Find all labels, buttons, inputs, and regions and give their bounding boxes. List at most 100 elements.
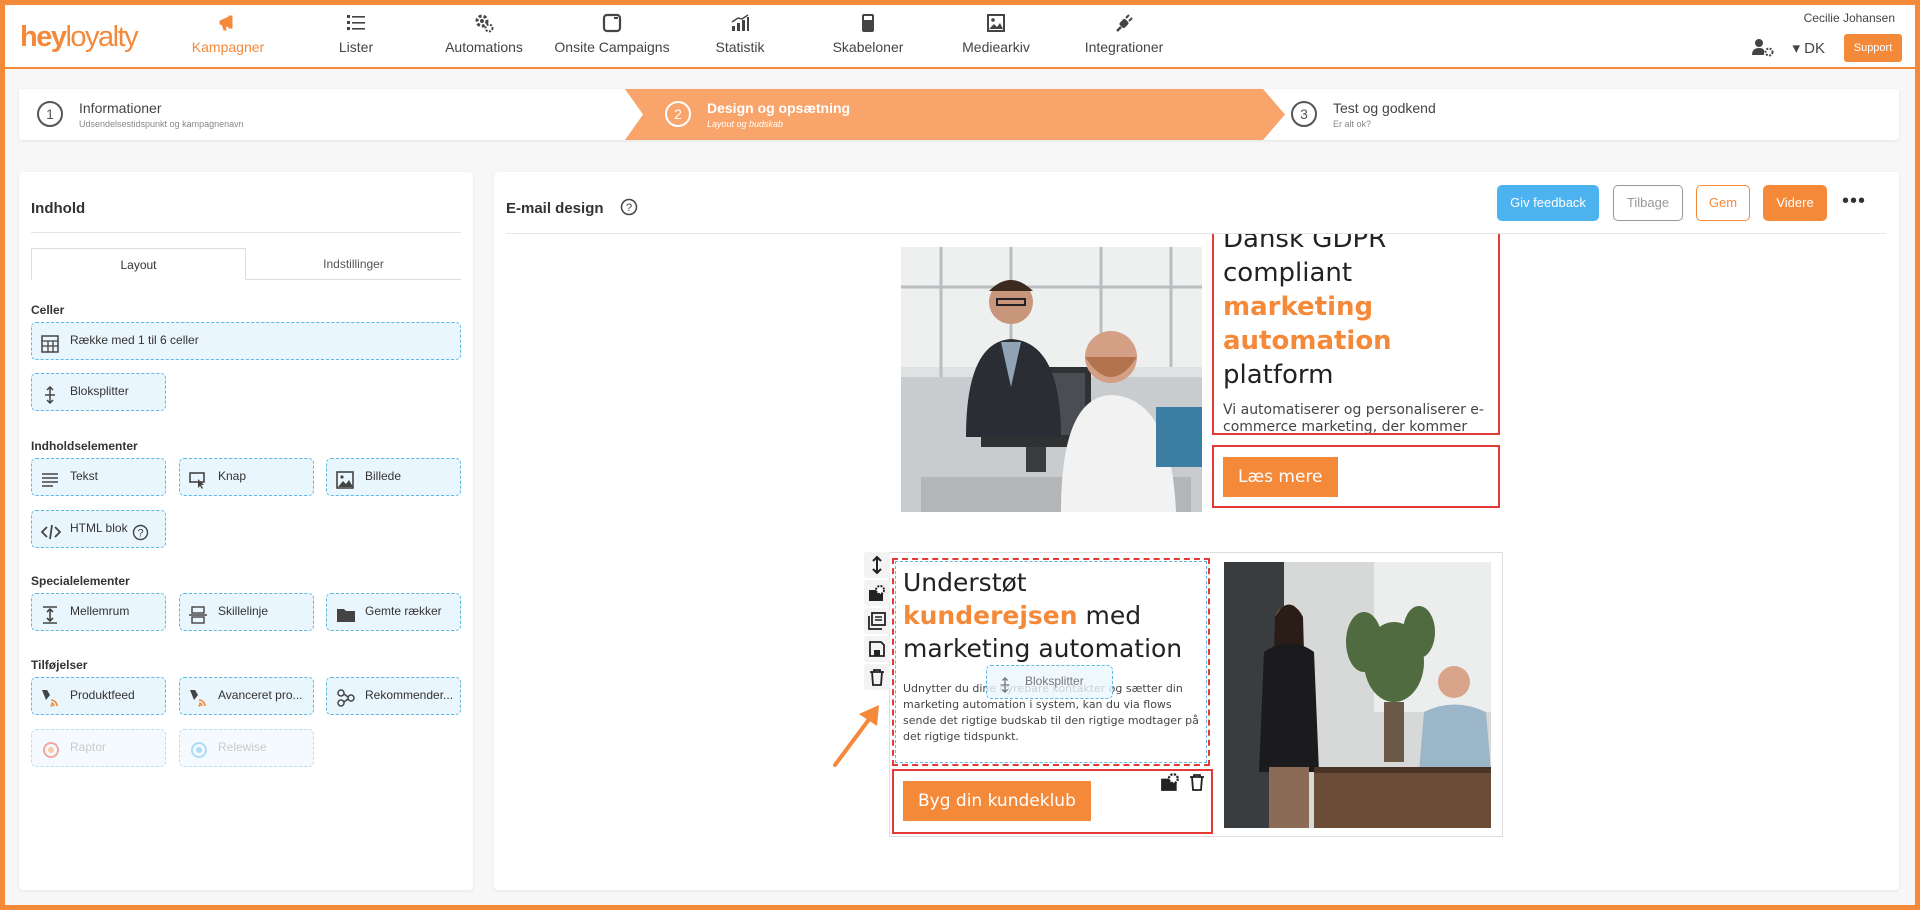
productfeed-icon	[41, 687, 61, 714]
delete-icon[interactable]	[1188, 772, 1206, 797]
megaphone-icon	[163, 13, 293, 39]
divider	[506, 233, 1886, 234]
section-label-indholdselementer: Indholdselementer	[31, 439, 138, 453]
nav-label: Automations	[445, 39, 523, 55]
chip-html-blok[interactable]: HTML blok ?	[31, 510, 166, 548]
chip-row-cells[interactable]: Række med 1 til 6 celler	[31, 322, 461, 360]
chip-label: Relewise	[218, 740, 267, 754]
relewise-icon	[189, 739, 209, 766]
chip-label: Bloksplitter	[70, 384, 129, 398]
delete-icon[interactable]	[864, 664, 890, 690]
block1-heading: Dansk GDPR compliant marketing automatio…	[1223, 234, 1489, 392]
chip-rekommendationer[interactable]: Rekommender...	[326, 677, 461, 715]
image-icon	[931, 13, 1061, 39]
folder-icon	[336, 603, 356, 630]
nav-onsite-campaigns[interactable]: Onsite Campaigns	[547, 13, 677, 55]
logo-bold-text: hey	[20, 21, 67, 53]
block-settings-icon[interactable]	[1160, 772, 1180, 797]
campaign-stepper: 1 Informationer Udsendelsestidspunkt og …	[19, 89, 1899, 140]
byg-kundeklub-button[interactable]: Byg din kundeklub	[903, 781, 1091, 821]
dragging-bloksplitter[interactable]: Bloksplitter	[986, 665, 1113, 699]
nav-skabeloner[interactable]: Skabeloner	[803, 13, 933, 55]
nav-mediearkiv[interactable]: Mediearkiv	[931, 13, 1061, 55]
chip-label: Rekommender...	[365, 688, 454, 702]
chip-gemte-raekker[interactable]: Gemte rækker	[326, 593, 461, 631]
user-settings-icon[interactable]	[1751, 37, 1775, 62]
chip-label: Avanceret pro...	[218, 688, 303, 702]
chip-label: HTML blok	[70, 521, 128, 535]
step-number: 2	[665, 101, 691, 127]
laes-mere-button[interactable]: Læs mere	[1223, 457, 1338, 497]
chip-produktfeed[interactable]: Produktfeed	[31, 677, 166, 715]
heading-highlight: kunderejsen	[903, 601, 1078, 630]
text-lines-icon	[41, 468, 59, 495]
more-options-icon[interactable]: •••	[1842, 190, 1866, 213]
step-title: Informationer	[79, 100, 162, 116]
help-icon[interactable]: ?	[132, 520, 149, 547]
duplicate-icon[interactable]	[864, 608, 890, 634]
heading-highlight: marketing automation	[1223, 292, 1392, 356]
support-button[interactable]: Support	[1844, 34, 1902, 62]
meeting-photo[interactable]	[1224, 562, 1491, 828]
save-row-icon[interactable]	[864, 636, 890, 662]
top-navigation: heyloyalty Kampagner Lister Automations …	[5, 5, 1915, 69]
text-block-1[interactable]: Dansk GDPR compliant marketing automatio…	[1212, 234, 1500, 435]
svg-text:?: ?	[626, 202, 632, 214]
nav-statistik[interactable]: Statistik	[675, 13, 805, 55]
nav-kampagner[interactable]: Kampagner	[163, 13, 293, 55]
row-settings-icon[interactable]	[864, 580, 890, 606]
chip-label: Bloksplitter	[1025, 674, 1084, 688]
chip-knap[interactable]: Knap	[179, 458, 314, 496]
chip-tekst[interactable]: Tekst	[31, 458, 166, 496]
text-block-2[interactable]: Understøt kunderejsen med marketing auto…	[892, 558, 1210, 766]
step-test-og-godkend[interactable]: 3 Test og godkend Er alt ok?	[1281, 89, 1881, 140]
grid-icon	[41, 332, 59, 359]
help-icon[interactable]: ?	[620, 198, 638, 221]
template-icon	[803, 13, 933, 39]
step-subtitle: Udsendelsestidspunkt og kampagnenavn	[79, 119, 244, 129]
chip-skillelinje[interactable]: Skillelinje	[179, 593, 314, 631]
heyloyalty-logo[interactable]: heyloyalty	[20, 21, 139, 54]
chip-mellemrum[interactable]: Mellemrum	[31, 593, 166, 631]
raptor-icon	[41, 739, 61, 766]
split-icon	[997, 674, 1013, 705]
chip-relewise: Relewise	[179, 729, 314, 767]
step-informationer[interactable]: 1 Informationer Udsendelsestidspunkt og …	[27, 89, 617, 140]
feedback-button[interactable]: Giv feedback	[1497, 185, 1599, 221]
panel-title: Indhold	[31, 200, 86, 217]
chip-bloksplitter[interactable]: Bloksplitter	[31, 373, 166, 411]
cogs-icon	[419, 13, 549, 39]
window-icon	[547, 13, 677, 39]
divider-icon	[189, 603, 207, 630]
tab-indstillinger[interactable]: Indstillinger	[246, 248, 461, 280]
spacer-icon	[41, 603, 59, 630]
chip-label: Produktfeed	[70, 688, 135, 702]
annotation-arrow	[829, 700, 889, 775]
chip-label: Tekst	[70, 469, 99, 483]
chip-billede[interactable]: Billede	[326, 458, 461, 496]
next-button[interactable]: Videre	[1763, 185, 1827, 221]
user-name[interactable]: Cecilie Johansen	[1804, 11, 1895, 25]
chip-label: Skillelinje	[218, 604, 269, 618]
plug-icon	[1059, 13, 1189, 39]
move-icon[interactable]	[864, 552, 890, 578]
heading-text: platform	[1223, 360, 1334, 390]
tab-layout[interactable]: Layout	[31, 248, 246, 280]
nav-integrationer[interactable]: Integrationer	[1059, 13, 1189, 55]
chip-avanceret-produktfeed[interactable]: Avanceret pro...	[179, 677, 314, 715]
nav-lister[interactable]: Lister	[291, 13, 421, 55]
logo-light-text: loyalty	[65, 21, 138, 53]
chip-label: Mellemrum	[70, 604, 130, 618]
language-selector[interactable]: ▾ DK	[1792, 39, 1825, 57]
nav-automations[interactable]: Automations	[419, 13, 549, 55]
chip-label: Billede	[365, 469, 402, 483]
save-button[interactable]: Gem	[1696, 185, 1750, 221]
chip-raptor: Raptor	[31, 729, 166, 767]
back-button[interactable]: Tilbage	[1613, 185, 1683, 221]
nav-label: Onsite Campaigns	[554, 39, 670, 55]
step-design-og-opsaetning[interactable]: 2 Design og opsætning Layout og budskab	[655, 89, 1255, 140]
step-number: 3	[1291, 101, 1317, 127]
button-block-1[interactable]: Læs mere	[1212, 445, 1500, 508]
chip-label: Raptor	[70, 740, 107, 754]
office-photo[interactable]	[901, 247, 1202, 512]
